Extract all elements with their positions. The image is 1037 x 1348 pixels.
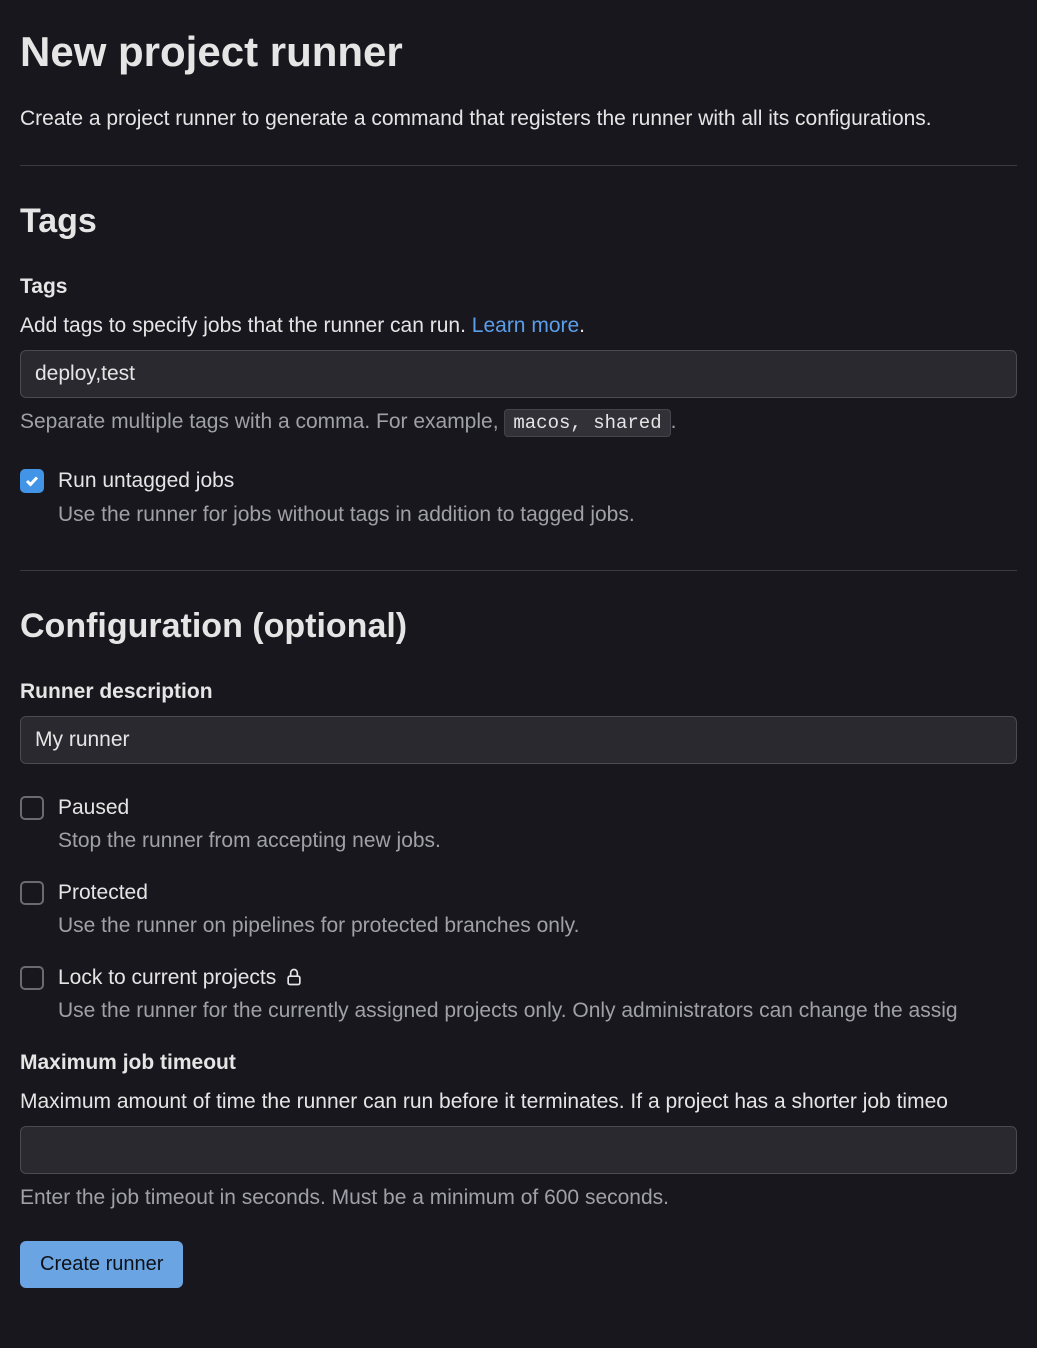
learn-more-link[interactable]: Learn more (472, 314, 579, 337)
run-untagged-label: Run untagged jobs (58, 465, 1017, 497)
protected-desc: Use the runner on pipelines for protecte… (58, 910, 1017, 942)
checkmark-icon (24, 473, 40, 489)
tags-hint: Add tags to specify jobs that the runner… (20, 310, 1017, 342)
page-description: Create a project runner to generate a co… (20, 103, 1017, 135)
tags-field-label: Tags (20, 271, 1017, 303)
run-untagged-desc: Use the runner for jobs without tags in … (58, 499, 1017, 531)
paused-label: Paused (58, 792, 1017, 824)
tags-hint-below: Separate multiple tags with a comma. For… (20, 406, 1017, 438)
description-label: Runner description (20, 676, 1017, 708)
protected-checkbox[interactable] (20, 881, 44, 905)
paused-checkbox[interactable] (20, 796, 44, 820)
create-runner-button[interactable]: Create runner (20, 1241, 183, 1288)
config-header: Configuration (optional) (20, 601, 1017, 652)
protected-row: Protected Use the runner on pipelines fo… (20, 877, 1017, 942)
timeout-input[interactable] (20, 1126, 1017, 1174)
config-section: Configuration (optional) Runner descript… (20, 601, 1017, 1288)
lock-row: Lock to current projects Use the runner … (20, 962, 1017, 1027)
paused-desc: Stop the runner from accepting new jobs. (58, 825, 1017, 857)
tags-header: Tags (20, 196, 1017, 247)
tags-hint-below-text: Separate multiple tags with a comma. For… (20, 410, 504, 433)
timeout-hint-above: Maximum amount of time the runner can ru… (20, 1086, 1017, 1118)
lock-label-text: Lock to current projects (58, 962, 276, 994)
divider (20, 165, 1017, 166)
timeout-label: Maximum job timeout (20, 1047, 1017, 1079)
lock-checkbox[interactable] (20, 966, 44, 990)
protected-label: Protected (58, 877, 1017, 909)
tags-hint-text: Add tags to specify jobs that the runner… (20, 314, 472, 337)
tags-example-code: macos, shared (504, 409, 670, 437)
lock-desc: Use the runner for the currently assigne… (58, 995, 1017, 1027)
page-title: New project runner (20, 20, 1017, 83)
tags-input[interactable] (20, 350, 1017, 398)
tags-section: Tags Tags Add tags to specify jobs that … (20, 196, 1017, 531)
description-input[interactable] (20, 716, 1017, 764)
run-untagged-checkbox[interactable] (20, 469, 44, 493)
divider (20, 570, 1017, 571)
paused-row: Paused Stop the runner from accepting ne… (20, 792, 1017, 857)
lock-label: Lock to current projects (58, 962, 1017, 994)
timeout-hint-below: Enter the job timeout in seconds. Must b… (20, 1182, 1017, 1214)
lock-icon (284, 967, 304, 987)
run-untagged-row: Run untagged jobs Use the runner for job… (20, 465, 1017, 530)
